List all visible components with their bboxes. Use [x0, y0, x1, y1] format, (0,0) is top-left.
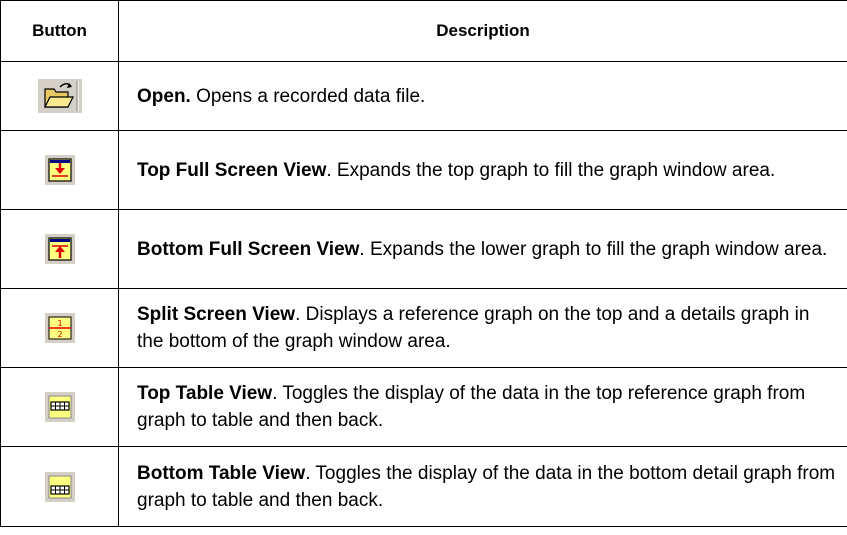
open-folder-icon[interactable]: [37, 79, 82, 113]
bottom-full-screen-icon[interactable]: [44, 234, 75, 264]
description-term: Top Table View: [137, 383, 273, 404]
description-term: Split Screen View: [137, 304, 296, 325]
description-cell: Bottom Table View. Toggles the display o…: [118, 446, 847, 527]
top-table-icon[interactable]: [44, 392, 75, 422]
description-term: Bottom Table View: [137, 462, 306, 484]
header-description: Description: [118, 0, 847, 62]
description-term: Bottom Full Screen View: [137, 238, 360, 260]
table-row: 1 2 Split Screen View. Displays a refere…: [0, 288, 847, 368]
description-cell: Bottom Full Screen View. Expands the low…: [118, 209, 847, 289]
description-cell: Top Full Screen View. Expands the top gr…: [118, 130, 847, 210]
button-cell: [0, 209, 119, 289]
table-row: Open. Opens a recorded data file.: [0, 61, 847, 131]
description-text: . Expands the lower graph to fill the gr…: [359, 238, 828, 260]
table-row: Top Table View. Toggles the display of t…: [0, 367, 847, 447]
svg-text:2: 2: [57, 330, 62, 339]
table-row: Bottom Table View. Toggles the display o…: [0, 446, 847, 527]
table-row: Bottom Full Screen View. Expands the low…: [0, 209, 847, 289]
button-cell: [0, 130, 119, 210]
button-description-table: Button Description Open. Opens a recorde…: [0, 0, 847, 527]
split-screen-icon[interactable]: 1 2: [44, 313, 75, 343]
button-cell: 1 2: [0, 288, 119, 368]
button-cell: [0, 61, 119, 131]
header-button: Button: [0, 0, 119, 62]
description-cell: Split Screen View. Displays a reference …: [118, 288, 847, 368]
description-term: Top Full Screen View: [137, 159, 327, 181]
top-full-screen-icon[interactable]: [44, 155, 75, 185]
table-row: Top Full Screen View. Expands the top gr…: [0, 130, 847, 210]
description-text: Opens a recorded data file.: [190, 85, 426, 107]
table-header-row: Button Description: [0, 0, 847, 62]
svg-text:1: 1: [57, 319, 62, 328]
description-cell: Top Table View. Toggles the display of t…: [118, 367, 847, 447]
description-text: . Expands the top graph to fill the grap…: [326, 159, 776, 181]
button-cell: [0, 367, 119, 447]
button-cell: [0, 446, 119, 527]
bottom-table-icon[interactable]: [44, 471, 75, 502]
description-cell: Open. Opens a recorded data file.: [118, 61, 847, 131]
description-term: Open.: [137, 85, 191, 107]
